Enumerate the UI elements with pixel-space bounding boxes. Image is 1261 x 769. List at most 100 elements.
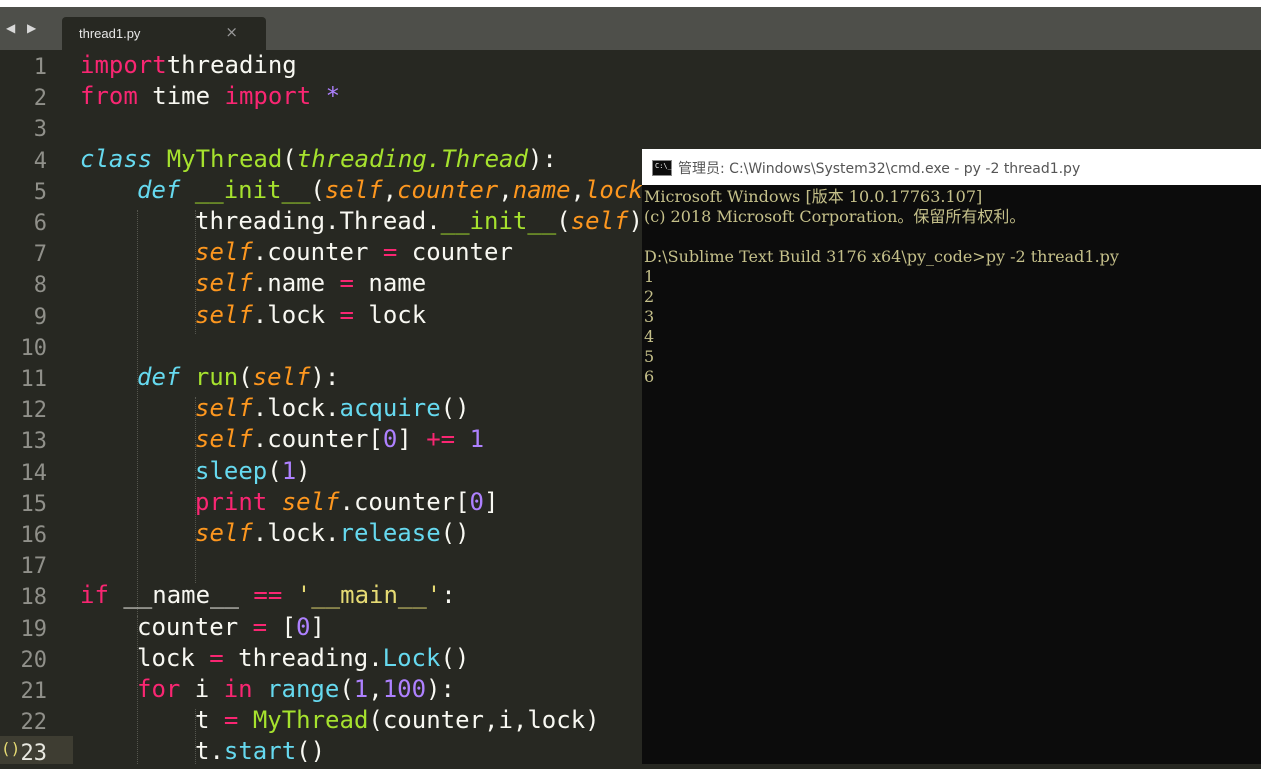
code-token: =: [252, 612, 268, 641]
code-token: .counter[: [252, 425, 383, 454]
code-token: =: [223, 706, 239, 735]
code-token: self: [195, 519, 253, 547]
line-number: 17: [20, 554, 48, 580]
code-token: print: [195, 487, 268, 516]
cmd-window[interactable]: C:\_ 管理员: C:\Windows\System32\cmd.exe - …: [642, 149, 1261, 764]
code-token: :: [441, 581, 456, 610]
code-line: for i in range(1,100):: [137, 674, 455, 705]
code-token: threading.Thread: [296, 144, 528, 173]
line-number: 16: [20, 523, 48, 548]
code-token: (): [440, 519, 470, 547]
tab-thread1-py[interactable]: thread1.py ×: [62, 17, 266, 50]
line-number-gutter: 1 2 3 4 5 6 7 8 9 10 11 12 13 14 15 16 17 18 19 20 21 22 23: [0, 50, 72, 766]
code-editor[interactable]: importthreading from time import * class M…: [80, 50, 680, 766]
line-number: 21: [20, 679, 48, 704]
code-line: t = MyThread(counter,i,lock): [195, 705, 600, 736]
code-line: class MyThread(threading.Thread):: [80, 144, 557, 175]
code-line: counter = [0]: [137, 612, 325, 643]
code-token: +=: [426, 425, 456, 454]
code-token: ,: [382, 175, 398, 204]
code-token: __init__: [194, 175, 311, 204]
line-number: 15: [20, 491, 48, 517]
code-token: if: [80, 581, 109, 610]
code-token: ,: [368, 675, 383, 703]
code-token: acquire: [339, 394, 441, 423]
code-token: import: [80, 51, 167, 79]
code-line: self.lock = lock: [195, 300, 426, 331]
code-token: lock: [137, 643, 210, 672]
code-token: .lock.: [252, 394, 340, 423]
code-token: =: [339, 269, 354, 298]
code-token: start: [223, 737, 297, 766]
code-token: lock: [584, 175, 643, 204]
code-token: .name: [252, 269, 340, 298]
code-line: sleep(1): [195, 456, 311, 487]
line-number: 12: [20, 398, 48, 424]
code-token: =: [382, 238, 398, 267]
code-token: .lock: [252, 300, 340, 329]
code-token: ]: [310, 612, 325, 641]
code-token: range: [267, 675, 340, 703]
menu-bar[interactable]: [0, 0, 1261, 7]
tab-nav-arrows-icon[interactable]: ◀ ▶: [6, 21, 40, 35]
code-token: =: [209, 643, 224, 672]
code-token: self: [195, 269, 253, 298]
code-token: self: [570, 207, 629, 235]
code-token: ): [296, 456, 311, 485]
line-number: 11: [20, 367, 48, 392]
line-number: 8: [33, 273, 47, 299]
cmd-output[interactable]: Microsoft Windows [版本 10.0.17763.107] (c)…: [644, 187, 1259, 387]
cmd-output-line: 5: [644, 347, 655, 366]
code-token: ):: [527, 144, 557, 173]
code-token: ,: [570, 175, 585, 204]
cmd-output-line: 4: [644, 327, 655, 346]
code-token: i: [180, 675, 224, 703]
cmd-output-line: 3: [644, 307, 655, 326]
code-line: threading.Thread.__init__(self): [195, 206, 643, 237]
code-token: (): [296, 737, 326, 766]
code-token: t: [195, 706, 224, 735]
code-token: (: [238, 363, 253, 391]
code-token: =: [339, 300, 354, 329]
line-number: 4: [33, 148, 47, 174]
cmd-icon-glyph: C:\_: [655, 162, 672, 170]
code-token: (: [556, 207, 571, 235]
code-token: sleep: [195, 456, 268, 485]
code-token: 100: [382, 675, 427, 703]
code-token: release: [339, 519, 441, 547]
code-token: for: [137, 675, 181, 703]
code-token: ): [628, 207, 643, 235]
code-line: self.counter = counter: [195, 237, 513, 268]
code-token: name: [353, 269, 427, 298]
code-token: MyThread: [166, 144, 283, 173]
code-token: ):: [426, 675, 455, 703]
line-number: 14: [20, 460, 48, 486]
code-token: (: [282, 144, 297, 173]
code-token: '__main__': [296, 581, 442, 610]
cmd-icon: C:\_: [652, 160, 672, 176]
tab-close-icon[interactable]: ×: [225, 23, 238, 41]
code-token: lock: [353, 300, 427, 329]
code-line: print self.counter[0]: [195, 487, 498, 518]
line-number: 22: [20, 710, 48, 736]
code-token: Lock: [382, 643, 441, 672]
code-token: ]: [397, 425, 427, 454]
code-token: counter: [397, 238, 513, 267]
line-number: 7: [33, 242, 47, 268]
line-number: 19: [20, 616, 48, 642]
cmd-titlebar[interactable]: C:\_ 管理员: C:\Windows\System32\cmd.exe - …: [642, 149, 1261, 185]
code-token: 0: [469, 487, 484, 516]
code-line: def run(self):: [137, 362, 339, 393]
code-token: (: [310, 175, 325, 204]
code-token: self: [324, 175, 383, 204]
line-number: 5: [33, 179, 47, 205]
code-token: import: [224, 82, 312, 111]
code-token: counter: [137, 612, 253, 641]
code-token: self: [281, 487, 340, 516]
cmd-window-title: 管理员: C:\Windows\System32\cmd.exe - py -2…: [678, 161, 1081, 177]
